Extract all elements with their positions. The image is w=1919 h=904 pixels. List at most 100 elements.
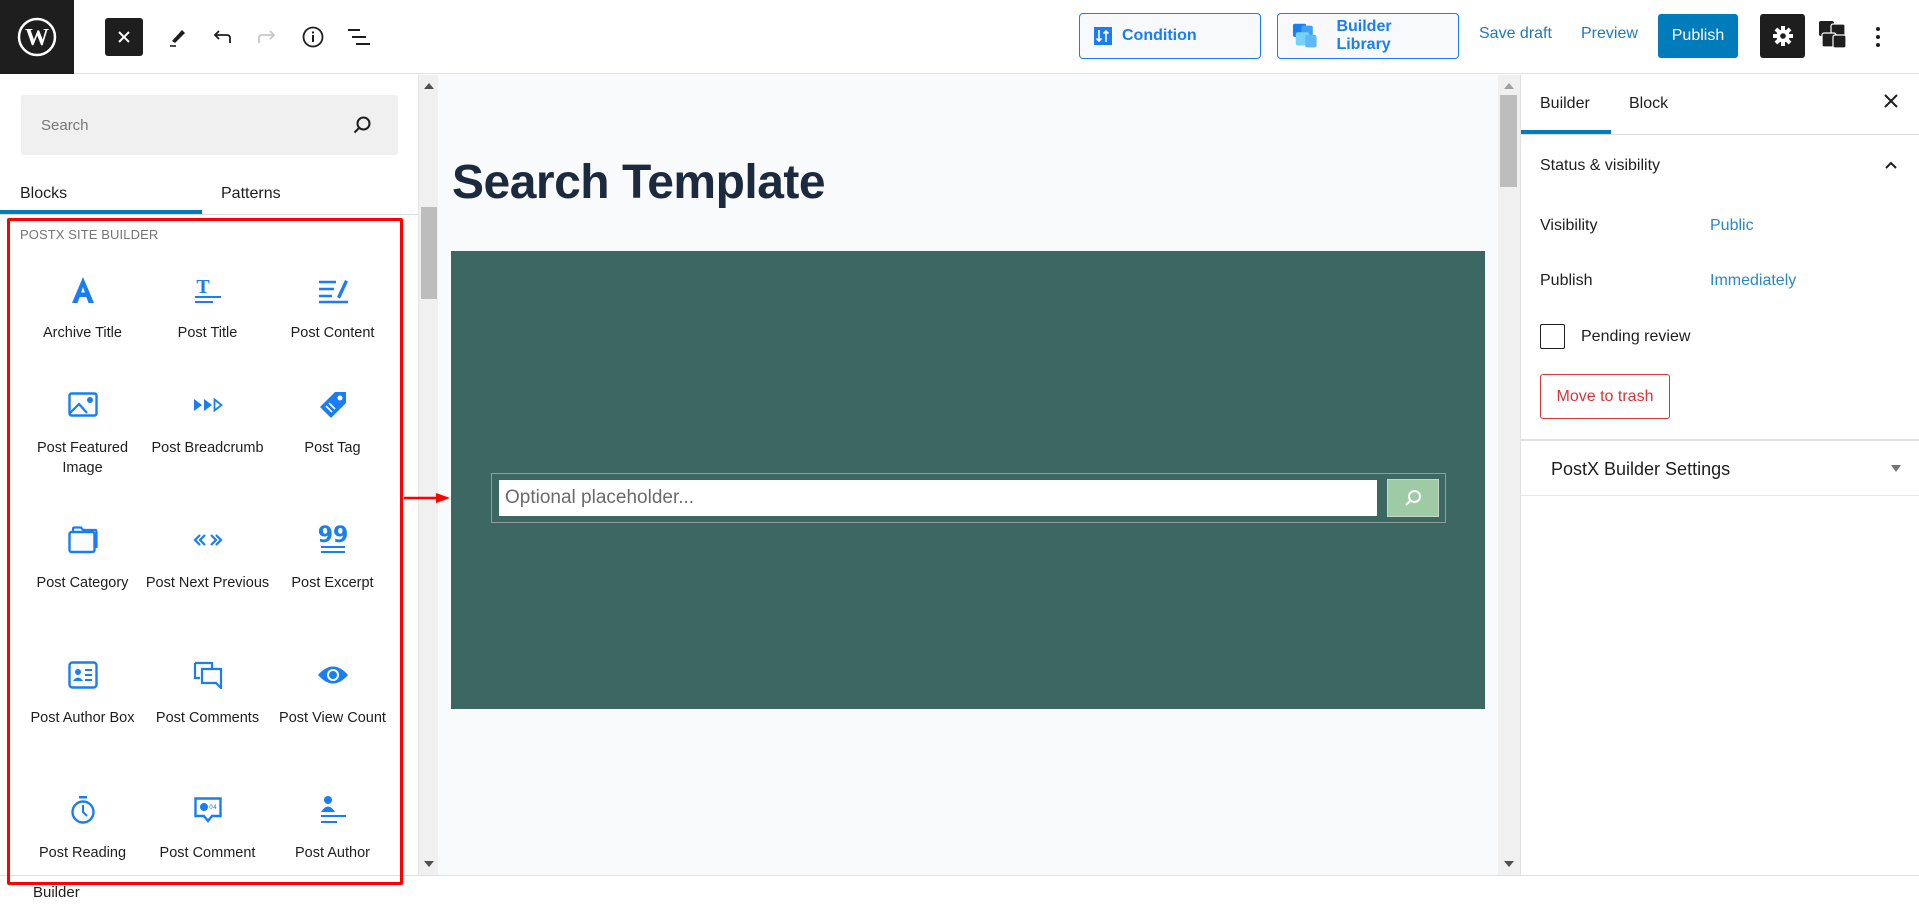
block-post-author-box[interactable]: Post Author Box: [20, 655, 145, 728]
block-inserter-panel: Blocks Patterns POSTX SITE BUILDER Archi…: [0, 75, 418, 875]
block-post-content[interactable]: Post Content: [270, 270, 395, 343]
svg-text:T: T: [196, 276, 210, 298]
redo-button[interactable]: [248, 18, 286, 56]
list-view-icon: [348, 29, 370, 45]
tabs-divider: [1521, 134, 1919, 135]
close-icon: [118, 31, 130, 43]
undo-icon: [213, 30, 231, 43]
block-post-view-count[interactable]: Post View Count: [270, 655, 395, 728]
block-label: Archive Title: [43, 325, 122, 341]
preview-button[interactable]: Preview: [1581, 25, 1638, 43]
comment-count-icon: 04: [193, 797, 222, 823]
block-post-breadcrumb[interactable]: Post Breadcrumb: [145, 385, 270, 458]
pending-review-label[interactable]: Pending review: [1581, 328, 1690, 346]
image-icon: [67, 392, 98, 417]
block-label: Post Comment: [159, 845, 256, 861]
close-inserter-button[interactable]: [105, 18, 143, 56]
block-label: Post View Count: [279, 710, 386, 726]
publish-button[interactable]: Publish: [1658, 14, 1738, 58]
annotation-arrow: [404, 493, 450, 503]
gear-icon: [1772, 26, 1793, 46]
block-post-reading[interactable]: Post Reading: [20, 790, 145, 863]
block-post-title[interactable]: T Post Title: [145, 270, 270, 343]
svg-text:W: W: [25, 25, 49, 51]
block-post-comment[interactable]: 04 Post Comment: [145, 790, 270, 863]
block-label: Post Author Box: [30, 710, 135, 726]
search-block-container[interactable]: [451, 251, 1485, 709]
postx-blocks-icon: [1819, 21, 1847, 49]
block-archive-title[interactable]: Archive Title: [20, 270, 145, 343]
block-label: Post Category: [36, 575, 129, 591]
block-label: Post Breadcrumb: [151, 440, 264, 456]
stopwatch-icon: [70, 796, 95, 824]
save-draft-button[interactable]: Save draft: [1479, 25, 1552, 43]
eye-icon: [317, 666, 348, 684]
info-icon: [302, 26, 324, 48]
canvas-scrollbar[interactable]: [1498, 75, 1520, 875]
scroll-up-arrow[interactable]: [424, 83, 434, 89]
editor-canvas: Search Template: [438, 75, 1498, 875]
search-block-input[interactable]: [499, 480, 1377, 516]
scroll-up-arrow[interactable]: [1504, 83, 1514, 89]
status-visibility-heading[interactable]: Status & visibility: [1540, 157, 1660, 175]
redo-icon: [258, 30, 276, 43]
block-post-excerpt[interactable]: 99 Post Excerpt: [270, 520, 395, 593]
tools-button[interactable]: [158, 18, 196, 56]
publish-value[interactable]: Immediately: [1710, 272, 1796, 290]
category-title: POSTX SITE BUILDER: [20, 227, 159, 242]
svg-text:99: 99: [319, 525, 347, 548]
block-breadcrumb[interactable]: Builder: [33, 884, 80, 901]
block-post-category[interactable]: Post Category: [20, 520, 145, 593]
builder-library-icon: [1292, 23, 1317, 48]
close-icon[interactable]: [1883, 93, 1899, 109]
divider: [1521, 495, 1919, 496]
visibility-value[interactable]: Public: [1710, 217, 1754, 235]
builder-library-label: Builder Library: [1336, 18, 1392, 53]
pending-review-checkbox[interactable]: [1540, 324, 1565, 349]
more-vertical-icon: [1876, 27, 1880, 47]
editor-footer: Builder: [0, 875, 1919, 904]
block-post-author[interactable]: Post Author: [270, 790, 395, 863]
post-title-icon: T: [194, 276, 221, 303]
author-card-icon: [67, 661, 98, 689]
options-button[interactable]: [1860, 18, 1896, 56]
move-to-trash-button[interactable]: Move to trash: [1540, 374, 1670, 419]
tab-builder[interactable]: Builder: [1540, 75, 1590, 133]
wordpress-logo[interactable]: W: [0, 0, 74, 74]
scroll-down-arrow[interactable]: [424, 861, 434, 867]
search-block-button[interactable]: [1387, 479, 1439, 517]
condition-button[interactable]: Condition: [1079, 13, 1261, 59]
settings-button[interactable]: [1760, 14, 1805, 58]
divider: [1521, 439, 1919, 441]
post-content-icon: [318, 280, 348, 304]
settings-sidebar: Builder Block Status & visibility Visibi…: [1520, 75, 1919, 875]
folder-icon: [67, 526, 98, 554]
condition-icon: [1094, 27, 1112, 45]
tag-icon: [319, 392, 346, 418]
block-label: Post Author: [295, 845, 370, 861]
postx-panel-button[interactable]: [1814, 16, 1852, 54]
scroll-thumb[interactable]: [1500, 95, 1517, 187]
postx-builder-settings-heading[interactable]: PostX Builder Settings: [1551, 459, 1730, 480]
publish-label: Publish: [1540, 272, 1593, 289]
undo-button[interactable]: [203, 18, 241, 56]
scroll-down-arrow[interactable]: [1504, 861, 1514, 867]
details-button[interactable]: [294, 18, 332, 56]
block-post-featured-image[interactable]: Post Featured Image: [20, 385, 145, 478]
chevron-up-icon[interactable]: [1883, 157, 1899, 173]
block-label: Post Next Previous: [145, 575, 270, 591]
caret-down-icon[interactable]: [1891, 465, 1901, 472]
block-label: Post Excerpt: [291, 575, 374, 591]
scroll-thumb[interactable]: [421, 207, 437, 299]
block-post-next-previous[interactable]: Post Next Previous: [145, 520, 270, 593]
tab-block[interactable]: Block: [1629, 75, 1668, 133]
builder-library-button[interactable]: Builder Library: [1277, 13, 1459, 59]
inserter-scrollbar[interactable]: [418, 75, 438, 875]
comments-icon: [193, 661, 222, 689]
list-view-button[interactable]: [339, 18, 377, 56]
block-label: Post Title: [177, 325, 238, 341]
page-title[interactable]: Search Template: [452, 155, 826, 210]
block-post-tag[interactable]: Post Tag: [270, 385, 395, 458]
block-post-comments[interactable]: Post Comments: [145, 655, 270, 728]
block-label: Post Tag: [304, 440, 361, 456]
